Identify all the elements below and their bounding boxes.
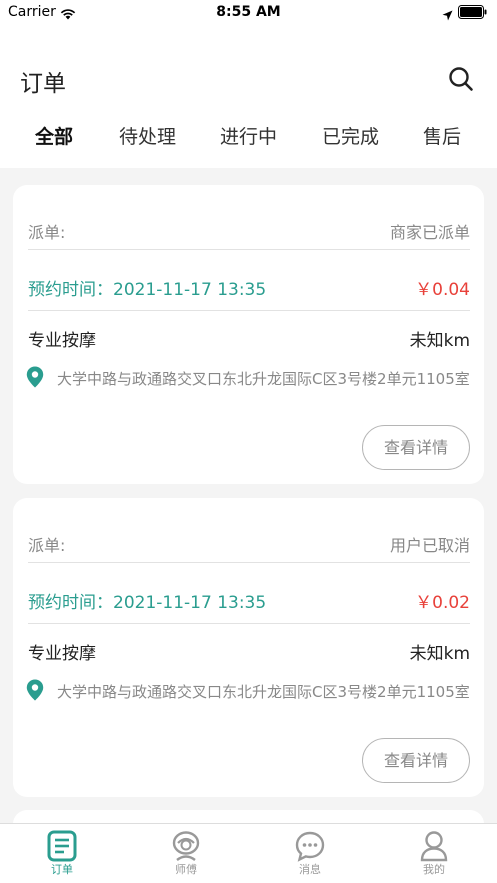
divider <box>28 249 470 250</box>
divider <box>28 623 470 624</box>
tab-all[interactable]: 全部 <box>35 122 73 149</box>
distance: 未知km <box>409 644 470 664</box>
tabbar-label: 订单 <box>51 863 73 876</box>
order-address: 大学中路与政通路交叉口东北升龙国际C区3号楼2单元1105室 <box>57 683 470 701</box>
order-card: 派单: 用户已取消 预约时间：2021-11-17 13:35 ￥0.02 专业… <box>13 498 484 797</box>
order-status: 用户已取消 <box>389 536 470 555</box>
page-title: 订单 <box>20 71 66 97</box>
tabbar-item-profile[interactable]: 我的 <box>372 824 496 883</box>
view-details-button[interactable]: 查看详情 <box>362 425 470 470</box>
location-arrow-icon <box>442 6 453 25</box>
service-name: 专业按摩 <box>28 331 96 351</box>
order-icon <box>47 830 77 862</box>
page-header: 订单 全部 待处理 进行中 已完成 售后 <box>0 26 497 168</box>
tabbar-label: 师傅 <box>175 863 197 876</box>
profile-icon <box>419 830 449 862</box>
tabbar-item-master[interactable]: 师傅 <box>124 824 248 883</box>
dispatch-label: 派单: <box>28 536 66 555</box>
service-name: 专业按摩 <box>28 644 96 664</box>
master-icon <box>171 830 201 862</box>
message-icon <box>295 830 325 862</box>
tab-pending[interactable]: 待处理 <box>119 122 176 149</box>
divider <box>28 310 470 311</box>
bottom-tab-bar: 订单 师傅 消息 我的 <box>0 823 497 883</box>
order-address: 大学中路与政通路交叉口东北升龙国际C区3号楼2单元1105室 <box>57 370 470 388</box>
order-price: ￥0.04 <box>415 280 470 300</box>
distance: 未知km <box>409 331 470 351</box>
tabbar-label: 消息 <box>299 863 321 876</box>
appointment-time: 预约时间：2021-11-17 13:35 <box>28 593 267 613</box>
tab-in-progress[interactable]: 进行中 <box>220 122 277 149</box>
status-time: 8:55 AM <box>216 4 281 20</box>
status-bar: Carrier 8:55 AM <box>0 0 497 26</box>
divider <box>28 562 470 563</box>
tab-after-sales[interactable]: 售后 <box>423 122 461 149</box>
view-details-button[interactable]: 查看详情 <box>362 738 470 783</box>
tabbar-label: 我的 <box>423 863 445 876</box>
order-price: ￥0.02 <box>415 593 470 613</box>
dispatch-label: 派单: <box>28 223 66 242</box>
search-icon[interactable] <box>448 66 474 96</box>
order-status: 商家已派单 <box>389 223 470 242</box>
order-card: 派单: 商家已派单 预约时间：2021-11-17 13:35 ￥0.04 专业… <box>13 185 484 484</box>
appointment-time: 预约时间：2021-11-17 13:35 <box>28 280 267 300</box>
tabbar-item-messages[interactable]: 消息 <box>248 824 372 883</box>
tab-completed[interactable]: 已完成 <box>322 122 379 149</box>
battery-icon <box>458 5 488 20</box>
order-tabs: 全部 待处理 进行中 已完成 售后 <box>0 122 497 158</box>
tabbar-item-orders[interactable]: 订单 <box>0 824 124 883</box>
